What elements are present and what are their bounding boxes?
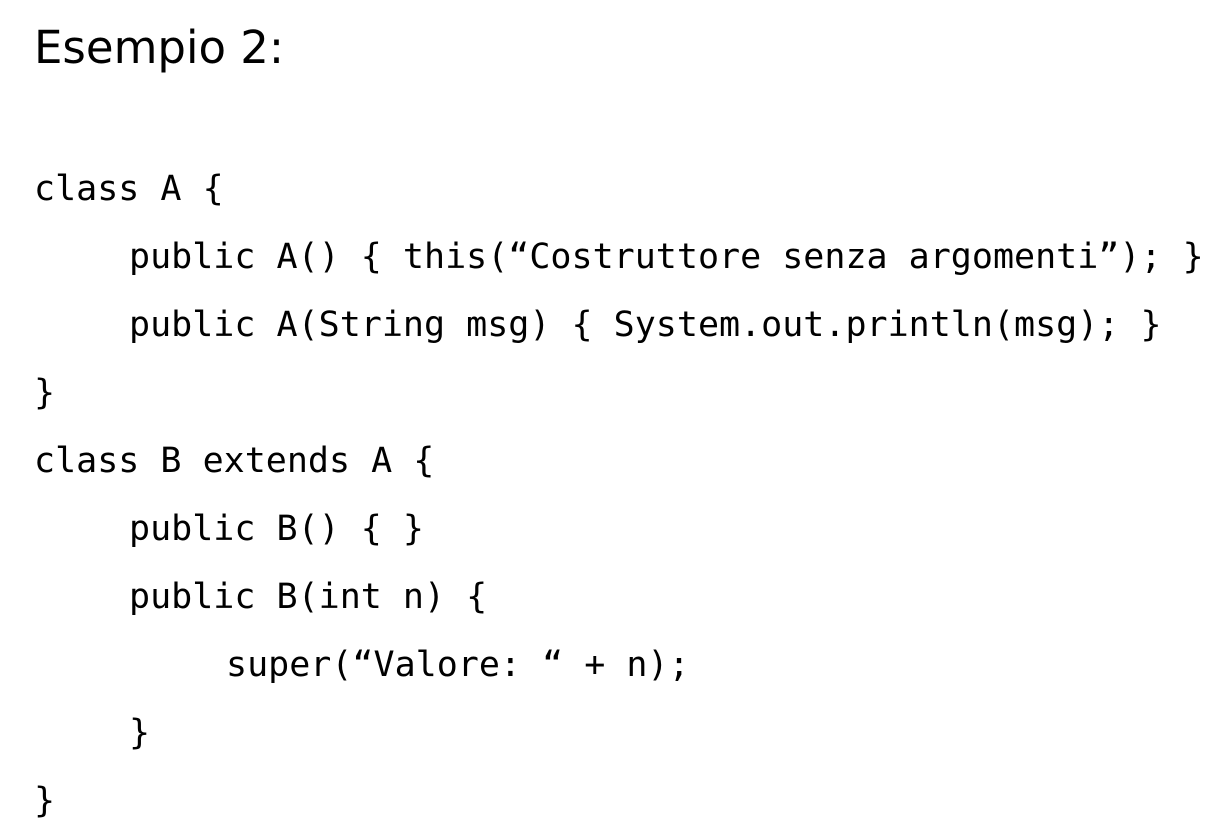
code-line-close-constructor-b-int: } xyxy=(129,713,151,753)
code-line-constructor-a-string: public A(String msg) { System.out.printl… xyxy=(129,305,1162,345)
code-line-class-b: class B extends A { xyxy=(34,441,435,481)
code-line-close-class-b: } xyxy=(34,781,56,821)
code-line-super-call: super(“Valore: “ + n); xyxy=(226,645,690,685)
code-line-class-a: class A { xyxy=(34,169,224,209)
slide-title: Esempio 2: xyxy=(34,21,285,74)
code-line-constructor-a-default: public A() { this(“Costruttore senza arg… xyxy=(129,237,1204,277)
code-block: class A { public A() { this(“Costruttore… xyxy=(34,155,1204,835)
code-line-constructor-b-default: public B() { } xyxy=(129,509,425,549)
code-line-constructor-b-int: public B(int n) { xyxy=(129,577,488,617)
code-line-close-class-a: } xyxy=(34,373,56,413)
